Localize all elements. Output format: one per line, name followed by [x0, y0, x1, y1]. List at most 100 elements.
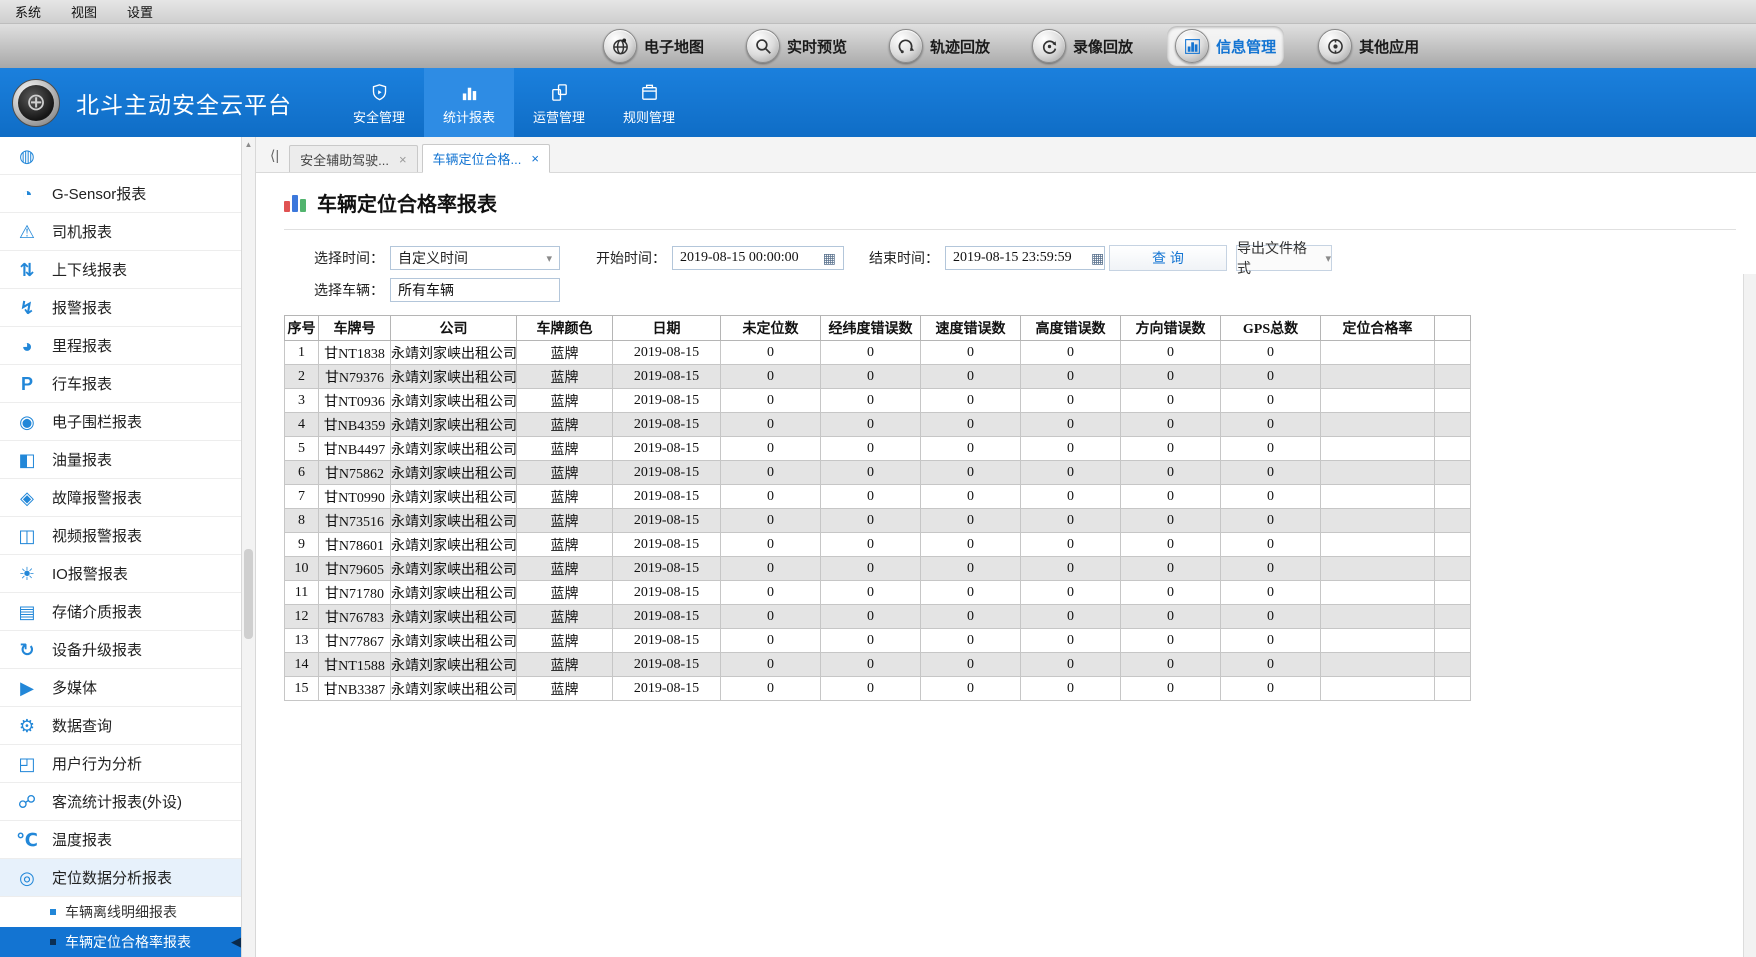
sidebar-item[interactable]: ◰用户行为分析: [0, 745, 241, 783]
sidebar-item-icon: ⇅: [16, 261, 38, 279]
table-header-row: 序号车牌号公司车牌颜色日期未定位数经纬度错误数速度错误数高度错误数方向错误数GP…: [285, 316, 1471, 341]
filter-row-1: 选择时间： 自定义时间 ▾ 开始时间： ▦ 结束时间： ▦ 查 询 导出文件: [284, 243, 1736, 273]
cell-gps-total: 0: [1221, 629, 1321, 653]
app-header: ⊕ 北斗主动安全云平台 安全管理 统计报表 运营管理 规则管理: [0, 68, 1756, 137]
operations-icon: [549, 79, 570, 103]
scroll-up-arrow-icon[interactable]: ▲: [242, 140, 255, 149]
cell-speed-error-count: 0: [921, 677, 1021, 701]
column-header: 公司: [391, 316, 517, 341]
table-row[interactable]: 13 甘N77867 永靖刘家峡出租公司 蓝牌 2019-08-15 0 0 0…: [285, 629, 1471, 653]
cell-positioning-rate: [1321, 605, 1435, 629]
track-playback-button[interactable]: 轨迹回放: [881, 26, 998, 66]
toolbar-button-label: 轨迹回放: [930, 36, 990, 57]
query-button[interactable]: 查 询: [1109, 245, 1227, 271]
electronic-map-button[interactable]: 电子地图: [595, 26, 712, 66]
cell-company: 永靖刘家峡出租公司: [391, 485, 517, 509]
tab-vehicle-positioning-rate[interactable]: 车辆定位合格... ×: [422, 144, 550, 173]
cell-unpositioned-count: 0: [721, 653, 821, 677]
sidebar-scrollbar[interactable]: ▲: [242, 137, 256, 957]
end-time-input[interactable]: [953, 250, 1091, 266]
nav-rules-management[interactable]: 规则管理: [604, 68, 694, 137]
nav-security-management[interactable]: 安全管理: [334, 68, 424, 137]
table-row[interactable]: 3 甘NT0936 永靖刘家峡出租公司 蓝牌 2019-08-15 0 0 0 …: [285, 389, 1471, 413]
nav-operations-management[interactable]: 运营管理: [514, 68, 604, 137]
sidebar-item[interactable]: ◧油量报表: [0, 441, 241, 479]
menu-system[interactable]: 系统: [0, 0, 56, 23]
sidebar-item[interactable]: ⇅上下线报表: [0, 251, 241, 289]
information-management-button[interactable]: 信息管理: [1167, 26, 1284, 66]
sidebar-scrollbar-thumb[interactable]: [244, 549, 253, 639]
sidebar-sub-item[interactable]: 车辆离线明细报表◀: [0, 897, 241, 927]
cell-direction-error-count: 0: [1121, 629, 1221, 653]
cell-date: 2019-08-15: [613, 461, 721, 485]
cell-plate-color: 蓝牌: [517, 629, 613, 653]
sidebar-item[interactable]: ☀IO报警报表: [0, 555, 241, 593]
sidebar-item[interactable]: ⚙数据查询: [0, 707, 241, 745]
bar-chart-icon: [459, 79, 480, 103]
sidebar-item[interactable]: ⚠司机报表: [0, 213, 241, 251]
column-header: 速度错误数: [921, 316, 1021, 341]
cell-date: 2019-08-15: [613, 533, 721, 557]
sidebar-sub-item[interactable]: 车辆定位合格率报表◀: [0, 927, 241, 957]
realtime-preview-button[interactable]: 实时预览: [738, 26, 855, 66]
sidebar-item[interactable]: ▶多媒体: [0, 669, 241, 707]
end-calendar-icon[interactable]: ▦: [1091, 251, 1104, 265]
sidebar-item[interactable]: ◍: [0, 137, 241, 175]
table-row[interactable]: 2 甘N79376 永靖刘家峡出租公司 蓝牌 2019-08-15 0 0 0 …: [285, 365, 1471, 389]
table-row[interactable]: 6 甘N75862 永靖刘家峡出租公司 蓝牌 2019-08-15 0 0 0 …: [285, 461, 1471, 485]
sidebar-item[interactable]: ◎定位数据分析报表: [0, 859, 241, 897]
other-apps-button[interactable]: 其他应用: [1310, 26, 1427, 66]
table-row[interactable]: 10 甘N79605 永靖刘家峡出租公司 蓝牌 2019-08-15 0 0 0…: [285, 557, 1471, 581]
table-row[interactable]: 14 甘NT1588 永靖刘家峡出租公司 蓝牌 2019-08-15 0 0 0…: [285, 653, 1471, 677]
cell-empty: [1435, 629, 1471, 653]
menu-view[interactable]: 视图: [56, 0, 112, 23]
cell-plate: 甘NT1838: [319, 341, 391, 365]
sidebar-item[interactable]: ◉电子围栏报表: [0, 403, 241, 441]
sidebar-item[interactable]: P行车报表: [0, 365, 241, 403]
cell-direction-error-count: 0: [1121, 605, 1221, 629]
table-row[interactable]: 8 甘N73516 永靖刘家峡出租公司 蓝牌 2019-08-15 0 0 0 …: [285, 509, 1471, 533]
vehicle-select-input[interactable]: [398, 282, 552, 298]
sidebar-item[interactable]: ℃温度报表: [0, 821, 241, 859]
table-row[interactable]: 15 甘NB3387 永靖刘家峡出租公司 蓝牌 2019-08-15 0 0 0…: [285, 677, 1471, 701]
table-row[interactable]: 1 甘NT1838 永靖刘家峡出租公司 蓝牌 2019-08-15 0 0 0 …: [285, 341, 1471, 365]
cell-company: 永靖刘家峡出租公司: [391, 581, 517, 605]
cell-gps-total: 0: [1221, 413, 1321, 437]
table-row[interactable]: 11 甘N71780 永靖刘家峡出租公司 蓝牌 2019-08-15 0 0 0…: [285, 581, 1471, 605]
sidebar-item[interactable]: ↻设备升级报表: [0, 631, 241, 669]
table-row[interactable]: 7 甘NT0990 永靖刘家峡出租公司 蓝牌 2019-08-15 0 0 0 …: [285, 485, 1471, 509]
sidebar-item[interactable]: ☍客流统计报表(外设): [0, 783, 241, 821]
main-scrollbar[interactable]: [1743, 274, 1756, 957]
menu-settings[interactable]: 设置: [112, 0, 168, 23]
cell-plate: 甘N73516: [319, 509, 391, 533]
tab-safety-assist-driving[interactable]: 安全辅助驾驶... ×: [289, 145, 417, 172]
sidebar-item[interactable]: ◕里程报表: [0, 327, 241, 365]
tab-close-icon[interactable]: ×: [399, 152, 407, 167]
cell-company: 永靖刘家峡出租公司: [391, 509, 517, 533]
sidebar-item[interactable]: ◫视频报警报表: [0, 517, 241, 555]
start-time-input[interactable]: [680, 250, 818, 266]
table-row[interactable]: 4 甘NB4359 永靖刘家峡出租公司 蓝牌 2019-08-15 0 0 0 …: [285, 413, 1471, 437]
cell-speed-error-count: 0: [921, 581, 1021, 605]
cell-no: 1: [285, 341, 319, 365]
time-range-select[interactable]: 自定义时间 ▾: [390, 246, 560, 270]
sidebar-item-label: G-Sensor报表: [52, 183, 146, 204]
sidebar-item[interactable]: ◔G-Sensor报表: [0, 175, 241, 213]
cell-empty: [1435, 437, 1471, 461]
nav-statistics-report[interactable]: 统计报表: [424, 68, 514, 137]
table-row[interactable]: 9 甘N78601 永靖刘家峡出租公司 蓝牌 2019-08-15 0 0 0 …: [285, 533, 1471, 557]
sidebar-item[interactable]: ◈故障报警报表: [0, 479, 241, 517]
export-format-button[interactable]: 导出文件格式 ▾: [1236, 245, 1332, 271]
sidebar-item-icon: ⚙: [16, 717, 38, 735]
tab-close-icon[interactable]: ×: [531, 151, 539, 166]
sidebar-item[interactable]: ▤存储介质报表: [0, 593, 241, 631]
sidebar-item-icon: ⚠: [16, 223, 38, 241]
tab-scroll-left-icon[interactable]: ⟨|: [270, 147, 279, 164]
video-playback-button[interactable]: 录像回放: [1024, 26, 1141, 66]
start-calendar-icon[interactable]: ▦: [823, 251, 836, 265]
time-select-label: 选择时间：: [314, 248, 384, 268]
sidebar-item[interactable]: ↯报警报表: [0, 289, 241, 327]
collapse-arrow-icon[interactable]: ◀: [231, 934, 241, 950]
table-row[interactable]: 12 甘N76783 永靖刘家峡出租公司 蓝牌 2019-08-15 0 0 0…: [285, 605, 1471, 629]
table-row[interactable]: 5 甘NB4497 永靖刘家峡出租公司 蓝牌 2019-08-15 0 0 0 …: [285, 437, 1471, 461]
